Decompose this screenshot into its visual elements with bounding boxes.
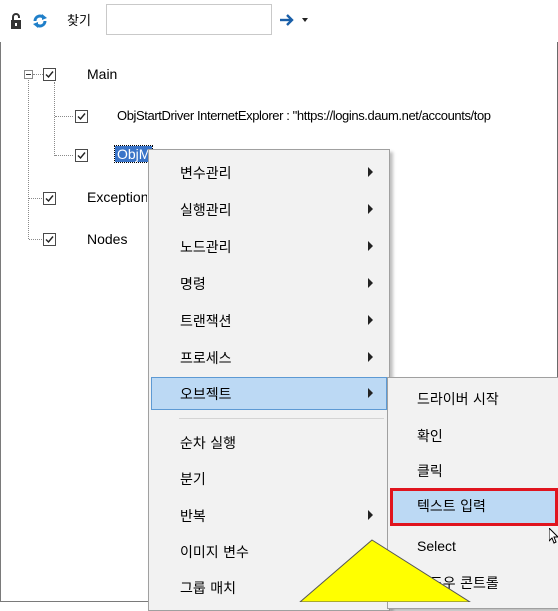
node-checkbox[interactable]	[75, 149, 88, 162]
tree-node-objstartdriver[interactable]: ObjStartDriver InternetExplorer : "https…	[117, 108, 491, 123]
tree-node-main[interactable]: Main	[87, 66, 117, 82]
menu-item-label: 순차 실행	[180, 436, 236, 452]
menu-item-label: 이미지 변수	[180, 545, 249, 561]
tree-node-nodes[interactable]: Nodes	[87, 231, 127, 247]
submenu-item-label: 텍스트 입력	[417, 499, 486, 515]
menu-separator	[179, 418, 384, 419]
tree-node-selected[interactable]: ObjM	[113, 145, 154, 163]
menu-item-label: 오브젝트	[180, 387, 232, 403]
tree-guide-line	[54, 82, 55, 156]
find-label: 찾기	[67, 14, 91, 29]
chevron-down-icon[interactable]	[302, 18, 308, 22]
menu-item-branch[interactable]: 분기	[151, 463, 387, 493]
submenu-item-window-control[interactable]: 윈도우 콘트롤	[390, 565, 558, 599]
tree-guide-line	[33, 74, 43, 75]
tree-guide-line	[29, 239, 44, 240]
submenu-item-label: 클릭	[417, 464, 443, 480]
go-arrow-icon[interactable]	[279, 13, 295, 27]
menu-item-group-match[interactable]: 그룹 매치	[151, 572, 387, 602]
node-checkbox[interactable]	[43, 192, 56, 205]
submenu-arrow-icon	[368, 546, 373, 556]
submenu-arrow-icon	[368, 278, 373, 288]
tree-node-exceptions[interactable]: Exceptions	[87, 189, 147, 205]
tree-guide-line	[29, 198, 44, 199]
main-checkbox[interactable]	[43, 68, 56, 81]
submenu-item-text-input[interactable]: 텍스트 입력	[390, 488, 558, 526]
object-submenu: 드라이버 시작 확인 클릭 텍스트 입력 Select 윈도우 콘트롤	[387, 377, 558, 609]
submenu-item-select[interactable]: Select	[390, 530, 558, 564]
menu-item-execution-mgmt[interactable]: 실행관리	[151, 194, 387, 224]
node-checkbox[interactable]	[75, 110, 88, 123]
tree-guide-line	[55, 155, 73, 156]
tree-guide-line	[55, 116, 73, 117]
toolbar: 찾기	[0, 0, 558, 42]
lock-icon[interactable]	[10, 12, 22, 30]
menu-item-label: 분기	[180, 472, 206, 488]
submenu-arrow-icon	[368, 315, 373, 325]
menu-item-image-variable[interactable]: 이미지 변수	[151, 536, 387, 566]
submenu-item-label: 윈도우 콘트롤	[417, 576, 499, 592]
menu-item-label: 변수관리	[180, 166, 232, 182]
submenu-item-click[interactable]: 클릭	[390, 453, 558, 487]
menu-item-transaction[interactable]: 트랜잭션	[151, 305, 387, 335]
menu-item-label: 그룹 매치	[180, 581, 236, 597]
submenu-arrow-icon	[368, 167, 373, 177]
menu-item-command[interactable]: 명령	[151, 268, 387, 298]
refresh-icon[interactable]	[31, 12, 49, 30]
search-input[interactable]	[106, 4, 272, 35]
context-menu: 변수관리 실행관리 노드관리 명령 트랜잭션 프로세스 오브젝트 순차 실행 분…	[148, 149, 390, 611]
menu-item-loop[interactable]: 반복	[151, 500, 387, 530]
menu-item-label: 실행관리	[180, 203, 232, 219]
menu-item-sequential[interactable]: 순차 실행	[151, 427, 387, 457]
menu-item-process[interactable]: 프로세스	[151, 342, 387, 372]
menu-item-label: 프로세스	[180, 351, 232, 367]
submenu-item-label: 드라이버 시작	[417, 392, 499, 408]
node-checkbox[interactable]	[43, 233, 56, 246]
menu-item-label: 명령	[180, 277, 206, 293]
submenu-item-start-driver[interactable]: 드라이버 시작	[390, 381, 558, 415]
mouse-cursor-icon	[549, 528, 558, 544]
menu-item-label: 반복	[180, 509, 206, 525]
menu-item-label: 노드관리	[180, 240, 232, 256]
submenu-arrow-icon	[368, 352, 373, 362]
collapse-toggle[interactable]	[24, 70, 33, 79]
submenu-item-label: 확인	[417, 429, 443, 445]
submenu-arrow-icon	[368, 388, 373, 398]
submenu-arrow-icon	[368, 204, 373, 214]
tree-guide-line	[28, 80, 29, 239]
menu-item-label: 트랜잭션	[180, 314, 232, 330]
submenu-arrow-icon	[368, 241, 373, 251]
submenu-item-verify[interactable]: 확인	[390, 418, 558, 452]
menu-item-object[interactable]: 오브젝트	[151, 377, 387, 410]
menu-item-variable-mgmt[interactable]: 변수관리	[151, 157, 387, 187]
submenu-item-label: Select	[417, 538, 456, 554]
menu-item-node-mgmt[interactable]: 노드관리	[151, 231, 387, 261]
submenu-arrow-icon	[368, 510, 373, 520]
